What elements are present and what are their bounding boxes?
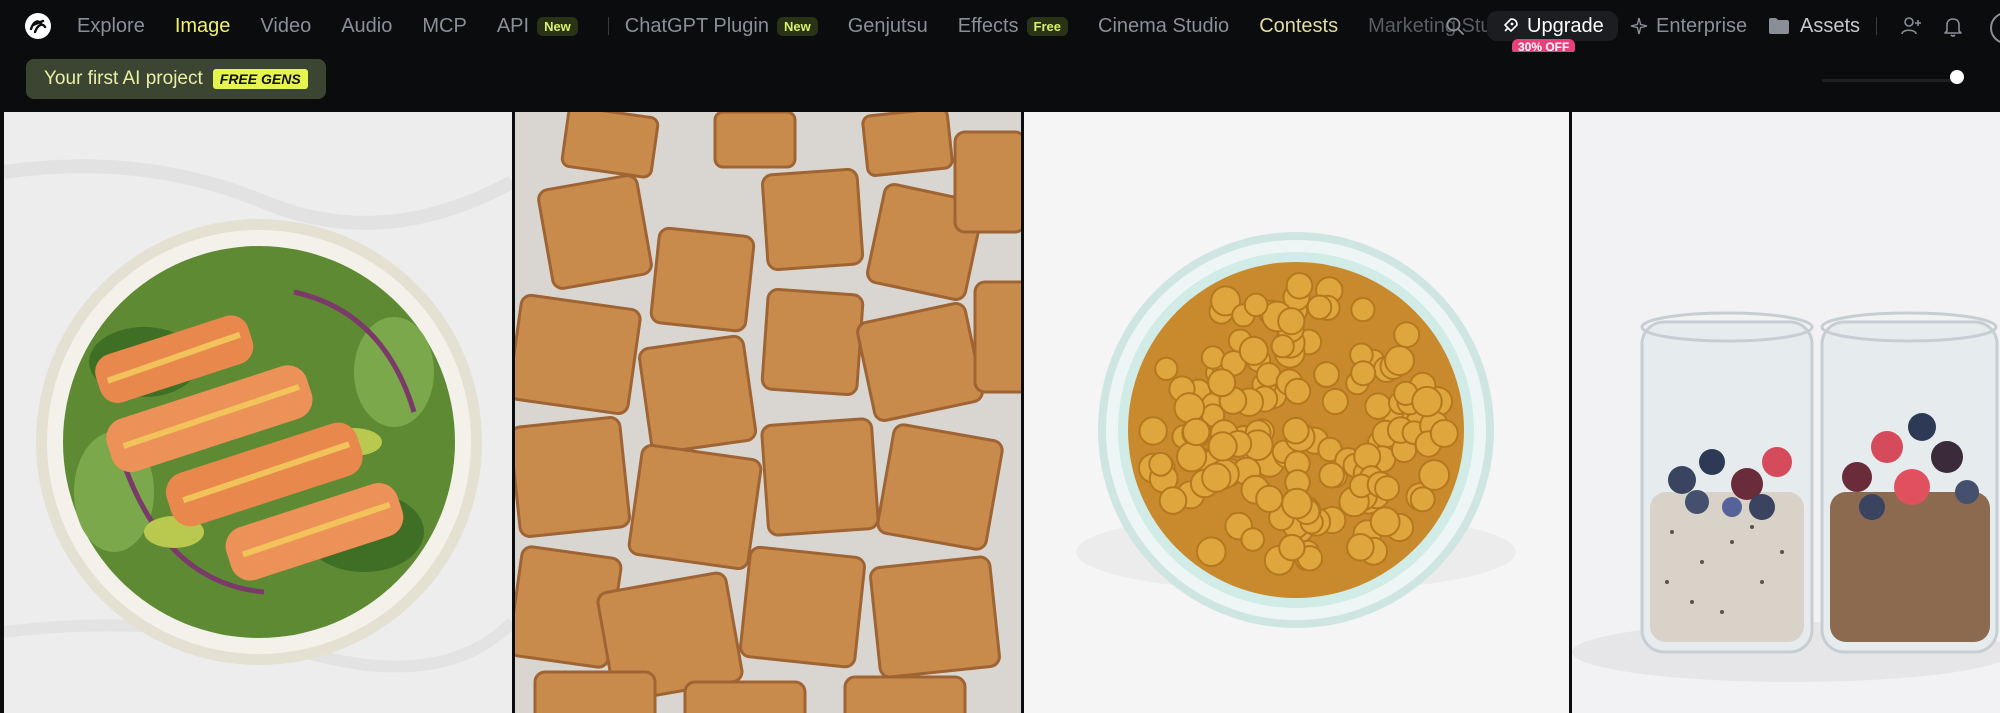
new-badge: New xyxy=(537,16,578,36)
nav-image[interactable]: Image xyxy=(175,15,231,38)
enterprise-link[interactable]: Enterprise xyxy=(1630,0,1747,52)
chickpea xyxy=(1270,334,1295,359)
chickpea xyxy=(1409,486,1436,513)
folder-icon xyxy=(1769,18,1789,34)
chickpea xyxy=(1176,441,1208,473)
nav-explore[interactable]: Explore xyxy=(77,15,145,38)
zoom-slider-track[interactable] xyxy=(1822,79,1962,82)
chickpea xyxy=(1281,487,1313,520)
chickpea xyxy=(1154,356,1179,381)
image-gallery xyxy=(0,112,2000,713)
discount-badge: 30% OFF xyxy=(1512,39,1576,52)
free-gens-badge: FREE GENS xyxy=(212,69,308,89)
tofu-cubes-image[interactable] xyxy=(515,112,1021,713)
actions-divider xyxy=(1876,17,1877,35)
salmon-salad-image[interactable] xyxy=(4,112,512,713)
chickpea xyxy=(1374,475,1401,502)
chickpea xyxy=(1238,335,1269,366)
chickpea xyxy=(1285,272,1314,300)
chickpea xyxy=(1158,486,1188,515)
bell-icon[interactable] xyxy=(1941,14,1965,38)
chickpea xyxy=(1350,297,1376,323)
chickpea xyxy=(1284,377,1312,405)
nav-divider xyxy=(607,17,609,35)
chickpea xyxy=(1196,536,1227,568)
chickpea xyxy=(1418,459,1451,491)
chickpea xyxy=(1411,385,1443,418)
main-nav: Explore Image Video Audio MCP API New Ch… xyxy=(77,0,1573,52)
chickpea xyxy=(1255,484,1284,513)
chickpea xyxy=(1138,416,1168,446)
nav-cinema-studio[interactable]: Cinema Studio xyxy=(1098,15,1229,38)
sparkle-icon xyxy=(1630,17,1648,35)
chickpea xyxy=(1207,368,1237,398)
top-navigation-bar: Explore Image Video Audio MCP API New Ch… xyxy=(0,0,2000,52)
chickpea xyxy=(1384,345,1415,377)
nav-api[interactable]: API New xyxy=(497,15,578,38)
chickpea xyxy=(1278,533,1306,562)
chickpea xyxy=(1306,294,1333,321)
nav-mcp[interactable]: MCP xyxy=(422,15,466,38)
chickpea xyxy=(1429,419,1459,448)
chickpea xyxy=(1282,416,1310,445)
chickpea xyxy=(1182,417,1211,447)
chickpeas-bowl-image[interactable] xyxy=(1024,112,1569,713)
nav-audio[interactable]: Audio xyxy=(341,15,392,38)
free-badge: Free xyxy=(1026,16,1068,36)
search-button[interactable] xyxy=(1440,0,1470,52)
upgrade-label: Upgrade xyxy=(1527,14,1604,37)
chickpea xyxy=(1313,361,1341,388)
chickpea xyxy=(1353,442,1382,471)
logo-icon[interactable] xyxy=(24,12,52,40)
chickpea xyxy=(1243,292,1269,318)
nav-effects[interactable]: Effects Free xyxy=(958,15,1068,38)
add-user-icon[interactable] xyxy=(1899,14,1923,38)
assets-link[interactable]: Assets xyxy=(1768,0,1860,52)
new-badge: New xyxy=(776,16,818,36)
assets-label: Assets xyxy=(1800,14,1861,37)
chickpea xyxy=(1393,321,1421,349)
chickpea xyxy=(1364,392,1392,421)
chickpea xyxy=(1369,506,1401,538)
sub-toolbar: Your first AI project FREE GENS xyxy=(0,52,2000,112)
first-project-button[interactable]: Your first AI project FREE GENS xyxy=(26,59,326,99)
nav-chatgpt-plugin[interactable]: ChatGPT Plugin New xyxy=(625,15,818,38)
search-icon xyxy=(1446,17,1464,35)
enterprise-label: Enterprise xyxy=(1656,14,1748,37)
overnight-oats-image[interactable] xyxy=(1572,112,2000,713)
chickpea xyxy=(1207,431,1238,462)
nav-contests[interactable]: Contests xyxy=(1259,15,1338,38)
chickpea xyxy=(1240,527,1266,552)
rocket-icon xyxy=(1504,18,1518,32)
chickpea xyxy=(1201,462,1232,493)
chickpea xyxy=(1350,360,1377,387)
nav-genjutsu[interactable]: Genjutsu xyxy=(848,15,928,38)
chickpea xyxy=(1321,387,1349,416)
chickpea xyxy=(1277,307,1306,336)
zoom-slider-thumb[interactable] xyxy=(1950,70,1964,84)
chickpea xyxy=(1318,461,1345,489)
chickpea xyxy=(1346,533,1375,562)
avatar[interactable] xyxy=(1990,12,2000,44)
upgrade-button[interactable]: Upgrade xyxy=(1487,11,1618,41)
chickpea xyxy=(1148,451,1174,477)
project-label: Your first AI project xyxy=(44,68,203,89)
nav-video[interactable]: Video xyxy=(260,15,311,38)
